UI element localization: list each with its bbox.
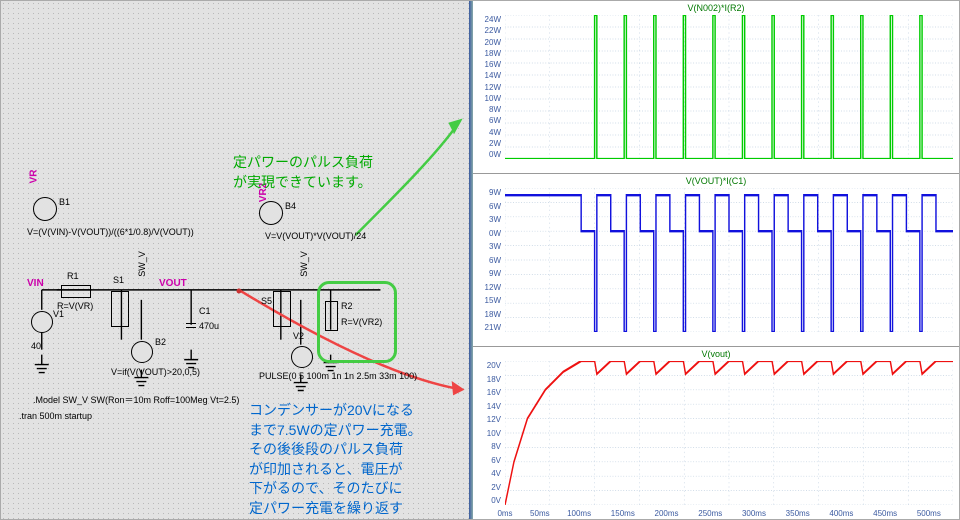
spice-model: .Model SW_V SW(Ron＝10m Roff=100Meg Vt=2.… [33,393,239,406]
plot-2-title: V(vout) [473,349,959,359]
comp-r1 [61,285,91,298]
lbl-r1: R1 [67,271,79,281]
lbl-c1: C1 [199,306,211,316]
comp-c1 [186,323,196,328]
annotation-blue: コンデンサーが20Vになる まで7.5Wの定パワー充電。 その後後段のパルス負荷… [249,401,422,519]
lbl-s1: S1 [113,275,124,285]
comp-v2 [291,346,313,368]
lbl-b1-expr: V=(V(VIN)-V(VOUT))/((6*1/0.8)/V(VOUT)) [27,227,194,237]
plot-1-title: V(VOUT)*I(C1) [473,176,959,186]
comp-s5 [273,291,291,327]
net-vr: VR [28,170,39,184]
ann-blue-l4: が印加されると、電圧が [249,460,422,480]
lbl-c1-val: 470u [199,321,219,331]
comp-b2 [131,341,153,363]
ann-blue-l3: その後後段のパルス負荷 [249,440,422,460]
net-swv1: SW_V [137,251,147,277]
highlight-r2 [317,281,397,363]
lbl-r1-val: R=V(VR) [57,301,93,311]
plot-2-yaxis: 20V18V16V14V12V10V8V6V4V2V0V [475,361,501,505]
lbl-v2-expr: PULSE(0 5 100m 1n 1n 2.5m 33m 100) [259,371,417,381]
comp-s1 [111,291,129,327]
ann-blue-l2: まで7.5Wの定パワー充電。 [249,421,422,441]
net-vin: VIN [27,278,44,289]
schematic-canvas[interactable]: VR VR2 VIN VOUT SW_V SW_V B1 V=(V(VIN)-V… [1,1,469,519]
plot-0-yaxis: 24W22W20W18W16W14W12W10W8W6W4W2W0W [475,15,501,159]
node-vout [237,289,242,294]
lbl-v1-val: 40 [31,341,41,351]
waveform-viewer[interactable]: V(N002)*I(R2) 24W22W20W18W16W14W12W10W8W… [473,1,959,519]
plot-1-yaxis: 9W6W3W0W3W6W9W12W15W18W21W [475,188,501,332]
plot-0[interactable]: V(N002)*I(R2) 24W22W20W18W16W14W12W10W8W… [473,1,959,174]
ann-green-l1: 定パワーのパルス負荷 [233,153,373,173]
ann-blue-l5: 下がるので、そのたびに [249,479,422,499]
plot-1[interactable]: V(VOUT)*I(C1) 9W6W3W0W3W6W9W12W15W18W21W [473,174,959,347]
comp-b4 [259,201,283,225]
lbl-b4-expr: V=V(VOUT)*V(VOUT)/24 [265,231,366,241]
lbl-b2: B2 [155,337,166,347]
lbl-b2-expr: V=if(V(VOUT)>20,0,5) [111,367,200,377]
spice-tran: .tran 500m startup [19,411,92,421]
lbl-v2: V2 [293,331,304,341]
lbl-b1: B1 [59,197,70,207]
comp-v1 [31,311,53,333]
plot-0-title: V(N002)*I(R2) [473,3,959,13]
net-swv2: SW_V [299,251,309,277]
ann-green-l2: が実現できています。 [233,173,373,193]
net-vout: VOUT [159,278,187,289]
plot-xaxis: 0ms50ms100ms150ms200ms250ms300ms350ms400… [505,509,953,518]
ann-blue-l6: 定パワー充電を繰り返す [249,499,422,519]
ann-blue-l1: コンデンサーが20Vになる [249,401,422,421]
annotation-green: 定パワーのパルス負荷 が実現できています。 [233,153,373,192]
lbl-s5: S5 [261,296,272,306]
plot-2[interactable]: V(vout) 20V18V16V14V12V10V8V6V4V2V0V 0ms… [473,347,959,519]
lbl-b4: B4 [285,201,296,211]
comp-b1 [33,197,57,221]
